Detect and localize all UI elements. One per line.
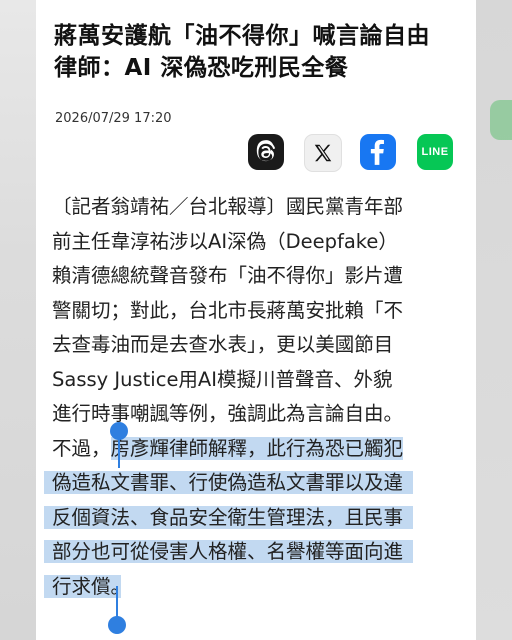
body-line: 反個資法、食品安全衛生管理法，且民事 <box>44 501 472 536</box>
selected-text[interactable]: 反個資法、食品安全衛生管理法，且民事 <box>44 505 414 529</box>
body-line: 〔記者翁靖祐／台北報導〕國民黨青年部 <box>52 195 404 218</box>
body-line: Sassy Justice用AI模擬川普聲音、外貌 <box>52 367 393 391</box>
x-icon <box>314 144 332 162</box>
line-icon-label: LINE <box>421 146 449 158</box>
selected-text[interactable]: 房彥輝律師解釋，此行為恐已觸犯 <box>110 436 404 460</box>
body-line: 行求償。 <box>44 570 472 605</box>
selection-end-knob[interactable] <box>108 616 126 634</box>
unselected-text: 。 <box>110 574 131 598</box>
selected-text[interactable]: 部分也可從侵害人格權、名譽權等面向進 <box>44 540 414 563</box>
article-headline: 蔣萬安護航「油不得你」喊言論自由 律師：AI 深偽恐吃刑民全餐 <box>54 20 464 84</box>
background-right <box>476 0 512 640</box>
selection-end-handle[interactable] <box>108 586 126 634</box>
selection-start-handle[interactable] <box>110 422 128 468</box>
background-left <box>0 0 36 640</box>
publish-timestamp: 2026/07/29 17:20 <box>55 111 172 126</box>
selected-text[interactable]: 行求償 <box>44 574 121 598</box>
facebook-icon <box>370 139 384 165</box>
body-line: 去查毒油而是去查水表」，更以美國節目 <box>52 333 394 356</box>
selection-start-knob[interactable] <box>110 422 128 440</box>
article-page[interactable]: 蔣萬安護航「油不得你」喊言論自由 律師：AI 深偽恐吃刑民全餐 2026/07/… <box>36 0 476 640</box>
selected-text[interactable]: 偽造私文書罪、行使偽造私文書罪以及違 <box>44 471 414 494</box>
article-body: 〔記者翁靖祐／台北報導〕國民黨青年部 前主任韋淳祐涉以AI深偽（Deepfake… <box>44 190 472 605</box>
share-facebook-button[interactable] <box>360 134 396 170</box>
body-line: 警關切；對此，台北市長蔣萬安批賴「不 <box>52 298 404 322</box>
share-threads-button[interactable] <box>248 134 284 170</box>
headline-line-1: 蔣萬安護航「油不得你」喊言論自由 <box>54 23 430 49</box>
body-line: 部分也可從侵害人格權、名譽權等面向進 <box>44 535 472 570</box>
body-line: 偽造私文書罪、行使偽造私文書罪以及違 <box>44 466 472 501</box>
share-x-button[interactable] <box>304 134 342 172</box>
share-line-button[interactable]: LINE <box>417 134 453 170</box>
side-tab <box>490 100 512 140</box>
body-line: 賴清德總統聲音發布「油不得你」影片遭 <box>52 264 404 287</box>
threads-icon <box>256 140 276 162</box>
unselected-text: 不過， <box>52 436 111 460</box>
body-line: 前主任韋淳祐涉以AI深偽（Deepfake） <box>52 229 398 253</box>
headline-line-2: 律師：AI 深偽恐吃刑民全餐 <box>54 55 349 81</box>
